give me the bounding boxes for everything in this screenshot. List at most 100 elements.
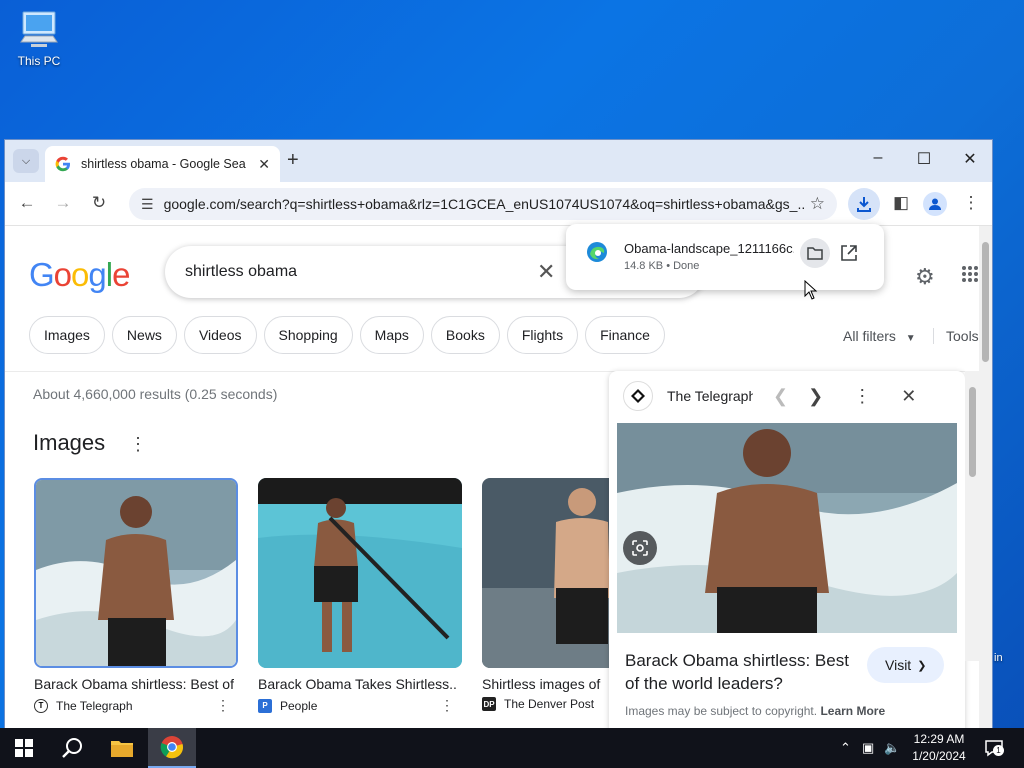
chip-flights[interactable]: Flights [506, 316, 579, 354]
chrome-menu-icon[interactable]: ⋮ [959, 193, 983, 213]
notification-count: 1 [993, 745, 1004, 756]
taskbar-search-button[interactable] [48, 728, 96, 768]
result-more-icon[interactable]: ⋮ [440, 697, 454, 714]
show-hidden-icons-icon[interactable]: ⌃ [840, 740, 851, 756]
tab-title: shirtless obama - Google Search [81, 157, 246, 171]
previous-result-icon[interactable]: ❮ [773, 386, 788, 407]
open-external-icon[interactable] [838, 242, 860, 264]
download-icon [857, 197, 871, 212]
mouse-cursor-icon [804, 280, 818, 300]
side-panel-icon[interactable]: ◧ [889, 193, 913, 213]
chip-books[interactable]: Books [430, 316, 500, 354]
person-icon [929, 198, 941, 210]
image-result-card[interactable]: Barack Obama Takes Shirtless... P People… [258, 478, 462, 714]
chrome-taskbar-button[interactable] [148, 728, 196, 768]
lens-icon [632, 540, 648, 556]
preview-site-name[interactable]: The Telegraph [667, 388, 753, 404]
page-scrollbar[interactable] [979, 226, 992, 738]
result-thumbnail[interactable] [258, 478, 462, 668]
logo-letter: o [71, 256, 89, 293]
start-button[interactable] [0, 728, 48, 768]
search-query: shirtless obama [185, 263, 298, 280]
all-filters-button[interactable]: All filters ▼ [843, 328, 916, 344]
forward-icon[interactable]: → [51, 193, 75, 213]
site-info-icon[interactable]: ☰ [141, 196, 154, 213]
new-tab-button[interactable]: + [287, 149, 299, 172]
paddleboard-image [258, 478, 462, 668]
download-status: 14.8 KB • Done [624, 260, 700, 272]
downloads-button[interactable] [848, 188, 880, 220]
system-clock[interactable]: 12:29 AM 1/20/2024 [900, 731, 978, 765]
profile-avatar[interactable] [923, 192, 947, 216]
learn-more-link[interactable]: Learn More [820, 704, 885, 718]
chip-maps[interactable]: Maps [359, 316, 424, 354]
close-preview-icon[interactable]: ✕ [901, 386, 916, 407]
all-filters-label: All filters [843, 328, 896, 344]
computer-icon [20, 11, 58, 47]
result-caption[interactable]: Barack Obama shirtless: Best of the worl… [34, 676, 234, 692]
file-explorer-button[interactable] [98, 728, 146, 768]
back-icon[interactable]: ← [15, 193, 39, 213]
show-in-folder-button[interactable] [800, 238, 830, 268]
this-pc-desktop-icon[interactable]: This PC [10, 8, 68, 68]
visit-label: Visit [885, 657, 912, 673]
desktop-text-fragment: in [994, 652, 1003, 664]
settings-gear-icon[interactable]: ⚙ [915, 264, 935, 290]
tab-google-search[interactable]: shirtless obama - Google Search ✕ [45, 146, 280, 182]
images-more-icon[interactable]: ⋮ [129, 434, 147, 455]
chevron-down-icon: ⌵ [21, 154, 31, 167]
minimize-button[interactable]: – [863, 149, 893, 167]
close-window-button[interactable]: ✕ [955, 149, 985, 169]
preview-header: The Telegraph ❮ ❯ ⋮ ✕ [609, 371, 965, 421]
browser-toolbar: ← → ↻ ☰ google.com/search?q=shirtless+ob… [5, 182, 992, 226]
visit-button[interactable]: Visit ❯ [867, 647, 945, 683]
result-thumbnail[interactable] [34, 478, 238, 668]
images-heading: Images [33, 430, 106, 455]
telegraph-favicon-icon: T [34, 698, 48, 713]
people-favicon-icon: P [258, 698, 272, 713]
source-name: The Telegraph [56, 698, 133, 713]
tab-close-icon[interactable]: ✕ [258, 156, 270, 173]
chevron-right-icon: ❯ [917, 659, 927, 672]
clear-search-icon[interactable]: ✕ [537, 259, 555, 285]
image-result-card[interactable]: Barack Obama shirtless: Best of the worl… [34, 478, 238, 714]
google-lens-button[interactable] [623, 531, 657, 565]
result-more-icon[interactable]: ⋮ [216, 697, 230, 714]
next-result-icon[interactable]: ❯ [808, 386, 823, 407]
logo-letter: G [29, 256, 55, 293]
windows-logo-icon [15, 739, 33, 757]
source-name: The Denver Post [504, 697, 595, 711]
chip-news[interactable]: News [111, 316, 177, 354]
chip-shopping[interactable]: Shopping [263, 316, 353, 354]
tab-strip: ⌵ shirtless obama - Google Search ✕ + – … [5, 140, 992, 182]
panel-scroll-thumb[interactable] [969, 387, 976, 477]
result-source: P People ⋮ [258, 697, 462, 714]
reload-icon[interactable]: ↻ [87, 193, 111, 213]
chip-videos[interactable]: Videos [183, 316, 257, 354]
preview-image[interactable] [617, 423, 957, 633]
chip-finance[interactable]: Finance [585, 316, 665, 354]
chip-images[interactable]: Images [29, 316, 105, 354]
maximize-button[interactable]: ☐ [909, 149, 939, 169]
tab-search-button[interactable]: ⌵ [13, 149, 39, 173]
result-caption[interactable]: Barack Obama Takes Shirtless... [258, 676, 458, 692]
google-apps-icon[interactable] [960, 264, 980, 284]
preview-more-icon[interactable]: ⋮ [853, 386, 871, 407]
volume-muted-icon[interactable]: 🔈 [884, 740, 900, 756]
network-icon[interactable]: ▣ [862, 740, 874, 756]
obama-beach-image [36, 480, 236, 666]
clock-date: 1/20/2024 [912, 749, 966, 763]
address-bar[interactable]: ☰ google.com/search?q=shirtless+obama&rl… [129, 188, 837, 220]
google-logo[interactable]: Google [29, 256, 130, 294]
desktop-icon-label: This PC [17, 54, 61, 68]
panel-scrollbar[interactable] [965, 371, 980, 661]
chrome-icon [160, 736, 184, 759]
preview-title[interactable]: Barack Obama shirtless: Best of the worl… [625, 649, 855, 695]
download-filename[interactable]: Obama-landscape_1211166c.webp [624, 241, 794, 256]
bookmark-star-icon[interactable]: ☆ [810, 194, 825, 214]
tools-button[interactable]: Tools [933, 328, 979, 344]
page-scroll-thumb[interactable] [982, 242, 989, 362]
edge-file-icon [587, 242, 607, 262]
action-center-button[interactable]: 1 [984, 738, 1004, 758]
folder-icon [111, 741, 133, 757]
